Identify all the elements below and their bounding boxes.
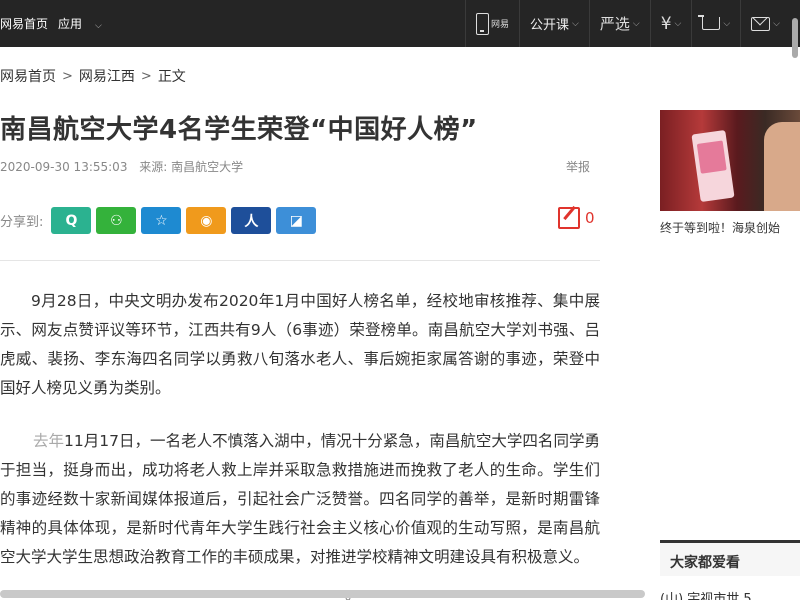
apps-menu[interactable]: 应用 ⌵ [58,15,112,32]
chevron-down-icon: ⌵ [723,18,731,29]
share-wechat-button[interactable]: ⚇ [96,207,137,234]
chevron-down-icon: ⌵ [773,18,780,29]
share-renren-button[interactable]: 人 [231,207,272,234]
yen-icon: ¥ [660,13,672,34]
article-meta: 2020-09-30 13:55:03 来源: 南昌航空大学 [0,158,251,175]
weibo-icon: ◉ [200,212,213,229]
share-bar: 分享到: Q ⚇ ☆ ◉ 人 ◪ [0,207,321,234]
chevron-down-icon: ⌵ [674,18,682,29]
star-icon: ☆ [155,212,168,229]
wechat-icon: ⚇ [110,212,123,229]
phone-brand-label: 网易 [490,20,509,30]
qzone-icon: Q [65,212,78,229]
edit-comment-icon [558,207,580,229]
payment-menu[interactable]: ¥ ⌵ [649,0,692,47]
top-right-menu: 网易 公开课 ⌵ 严选 ⌵ ¥ ⌵ ⌵ ⌵ [464,0,790,47]
phone-icon [475,12,489,35]
share-label: 分享到: [0,215,44,230]
renren-icon: 人 [244,213,259,230]
share-qzone-button[interactable]: Q [51,207,92,234]
promo-image[interactable] [660,110,800,211]
open-course-label: 公开课 [530,18,570,33]
paragraph-prefix: 去年 [33,432,65,450]
promo-caption[interactable]: 终于等到啦！海泉创始 [660,219,800,236]
cart-menu[interactable]: ⌵ [691,0,740,47]
chevron-down-icon[interactable]: ⌄ [343,590,353,600]
publish-datetime: 2020-09-30 13:55:03 [0,160,128,174]
open-course-menu[interactable]: 公开课 ⌵ [519,0,589,47]
top-navigation-bar: 网易首页 应用 ⌵ 网易 公开课 ⌵ 严选 ⌵ ¥ ⌵ ⌵ ⌵ [0,0,800,47]
divider [0,260,600,261]
share-weibo-button[interactable]: ◉ [186,207,227,234]
comment-button[interactable]: 0 [558,207,595,229]
article-title: 南昌航空大学4名学生荣登“中国好人榜” [0,115,478,145]
horizontal-scrollbar[interactable] [0,590,645,598]
yixin-icon: ◪ [289,212,303,229]
top-left-links: 网易首页 应用 ⌵ [0,0,122,47]
mail-menu[interactable]: ⌵ [740,0,790,47]
mobile-app-link[interactable]: 网易 [464,0,519,47]
chevron-right-icon: > [62,68,73,84]
person-graphic [764,122,800,211]
chevron-down-icon: ⌵ [572,18,579,29]
comment-count: 0 [585,209,595,227]
breadcrumb-current: 正文 [157,69,186,85]
breadcrumb-home[interactable]: 网易首页 [0,66,56,86]
hot-section-title: 大家都爱看 [660,540,800,576]
article-paragraph: 去年11月17日，一名老人不慎落入湖中，情况十分紧急，南昌航空大学四名同学勇于担… [0,427,600,572]
article-paragraph: 9月28日，中央文明办发布2020年1月中国好人榜名单，经校地审核推荐、集中展示… [0,292,600,397]
cart-icon [698,15,721,30]
chevron-down-icon: ⌵ [95,21,102,31]
paragraph-text: 11月17日，一名老人不慎落入湖中，情况十分紧急，南昌航空大学四名同学勇于担当，… [0,432,600,566]
apps-label: 应用 [58,17,83,31]
share-favorite-button[interactable]: ☆ [141,207,182,234]
drink-cup-graphic [691,129,735,203]
yanxuan-label: 严选 [599,15,630,33]
netease-home-link[interactable]: 网易首页 [0,15,48,32]
report-link[interactable]: 举报 [566,158,590,175]
chevron-down-icon: ⌵ [632,18,640,29]
yanxuan-menu[interactable]: 严选 ⌵ [588,0,650,47]
breadcrumb-jiangxi[interactable]: 网易江西 [79,66,135,86]
article-source[interactable]: 来源: 南昌航空大学 [139,160,243,174]
breadcrumb: 网易首页 > 网易江西 > 正文 [0,66,186,86]
mail-icon [751,16,771,31]
vertical-scrollbar[interactable] [792,18,798,58]
chevron-right-icon: > [140,68,152,84]
share-yixin-button[interactable]: ◪ [276,207,317,234]
hot-list-item[interactable]: (山) 宇视市世 5 . [660,588,760,600]
